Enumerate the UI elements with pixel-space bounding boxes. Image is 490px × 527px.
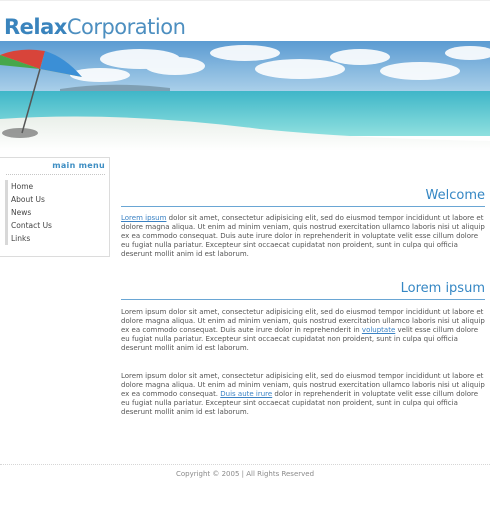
voluptate-link[interactable]: voluptate (362, 326, 395, 334)
sidebar-item-links[interactable]: Links (8, 232, 108, 245)
lorem-paragraph-1: Lorem ipsum dolor sit amet, consectetur … (121, 308, 485, 353)
paragraph-text: dolor sit amet, consectetur adipisicing … (121, 214, 485, 258)
footer-copyright: Copyright © 2005 | All Rights Reserved (175, 470, 315, 478)
sidebar-title: main menu (52, 161, 105, 170)
sidebar-divider (6, 174, 105, 175)
site-logo[interactable]: RelaxCorporation (4, 15, 186, 39)
duis-aute-irure-link[interactable]: Duis aute irure (220, 390, 272, 398)
section-heading-welcome: Welcome (121, 188, 485, 207)
lorem-paragraph-2: Lorem ipsum dolor sit amet, consectetur … (121, 372, 485, 417)
top-border (0, 0, 490, 1)
sidebar-item-about-us[interactable]: About Us (8, 193, 108, 206)
beach-scene-illustration (0, 41, 490, 151)
welcome-paragraph: Lorem ipsum dolor sit amet, consectetur … (121, 214, 485, 259)
sidebar-item-contact-us[interactable]: Contact Us (8, 219, 108, 232)
sidebar-main-menu: main menu Home About Us News Contact Us … (0, 157, 110, 257)
footer-divider (0, 464, 490, 465)
lorem-ipsum-link[interactable]: Lorem ipsum (121, 214, 166, 222)
sidebar-nav: Home About Us News Contact Us Links (5, 180, 108, 245)
section-heading-lorem-ipsum: Lorem ipsum (121, 281, 485, 300)
header-banner-image (0, 41, 490, 151)
logo-light-text: Corporation (66, 15, 186, 39)
sidebar-item-home[interactable]: Home (8, 180, 108, 193)
sidebar-item-news[interactable]: News (8, 206, 108, 219)
logo-bold-text: Relax (4, 15, 67, 39)
